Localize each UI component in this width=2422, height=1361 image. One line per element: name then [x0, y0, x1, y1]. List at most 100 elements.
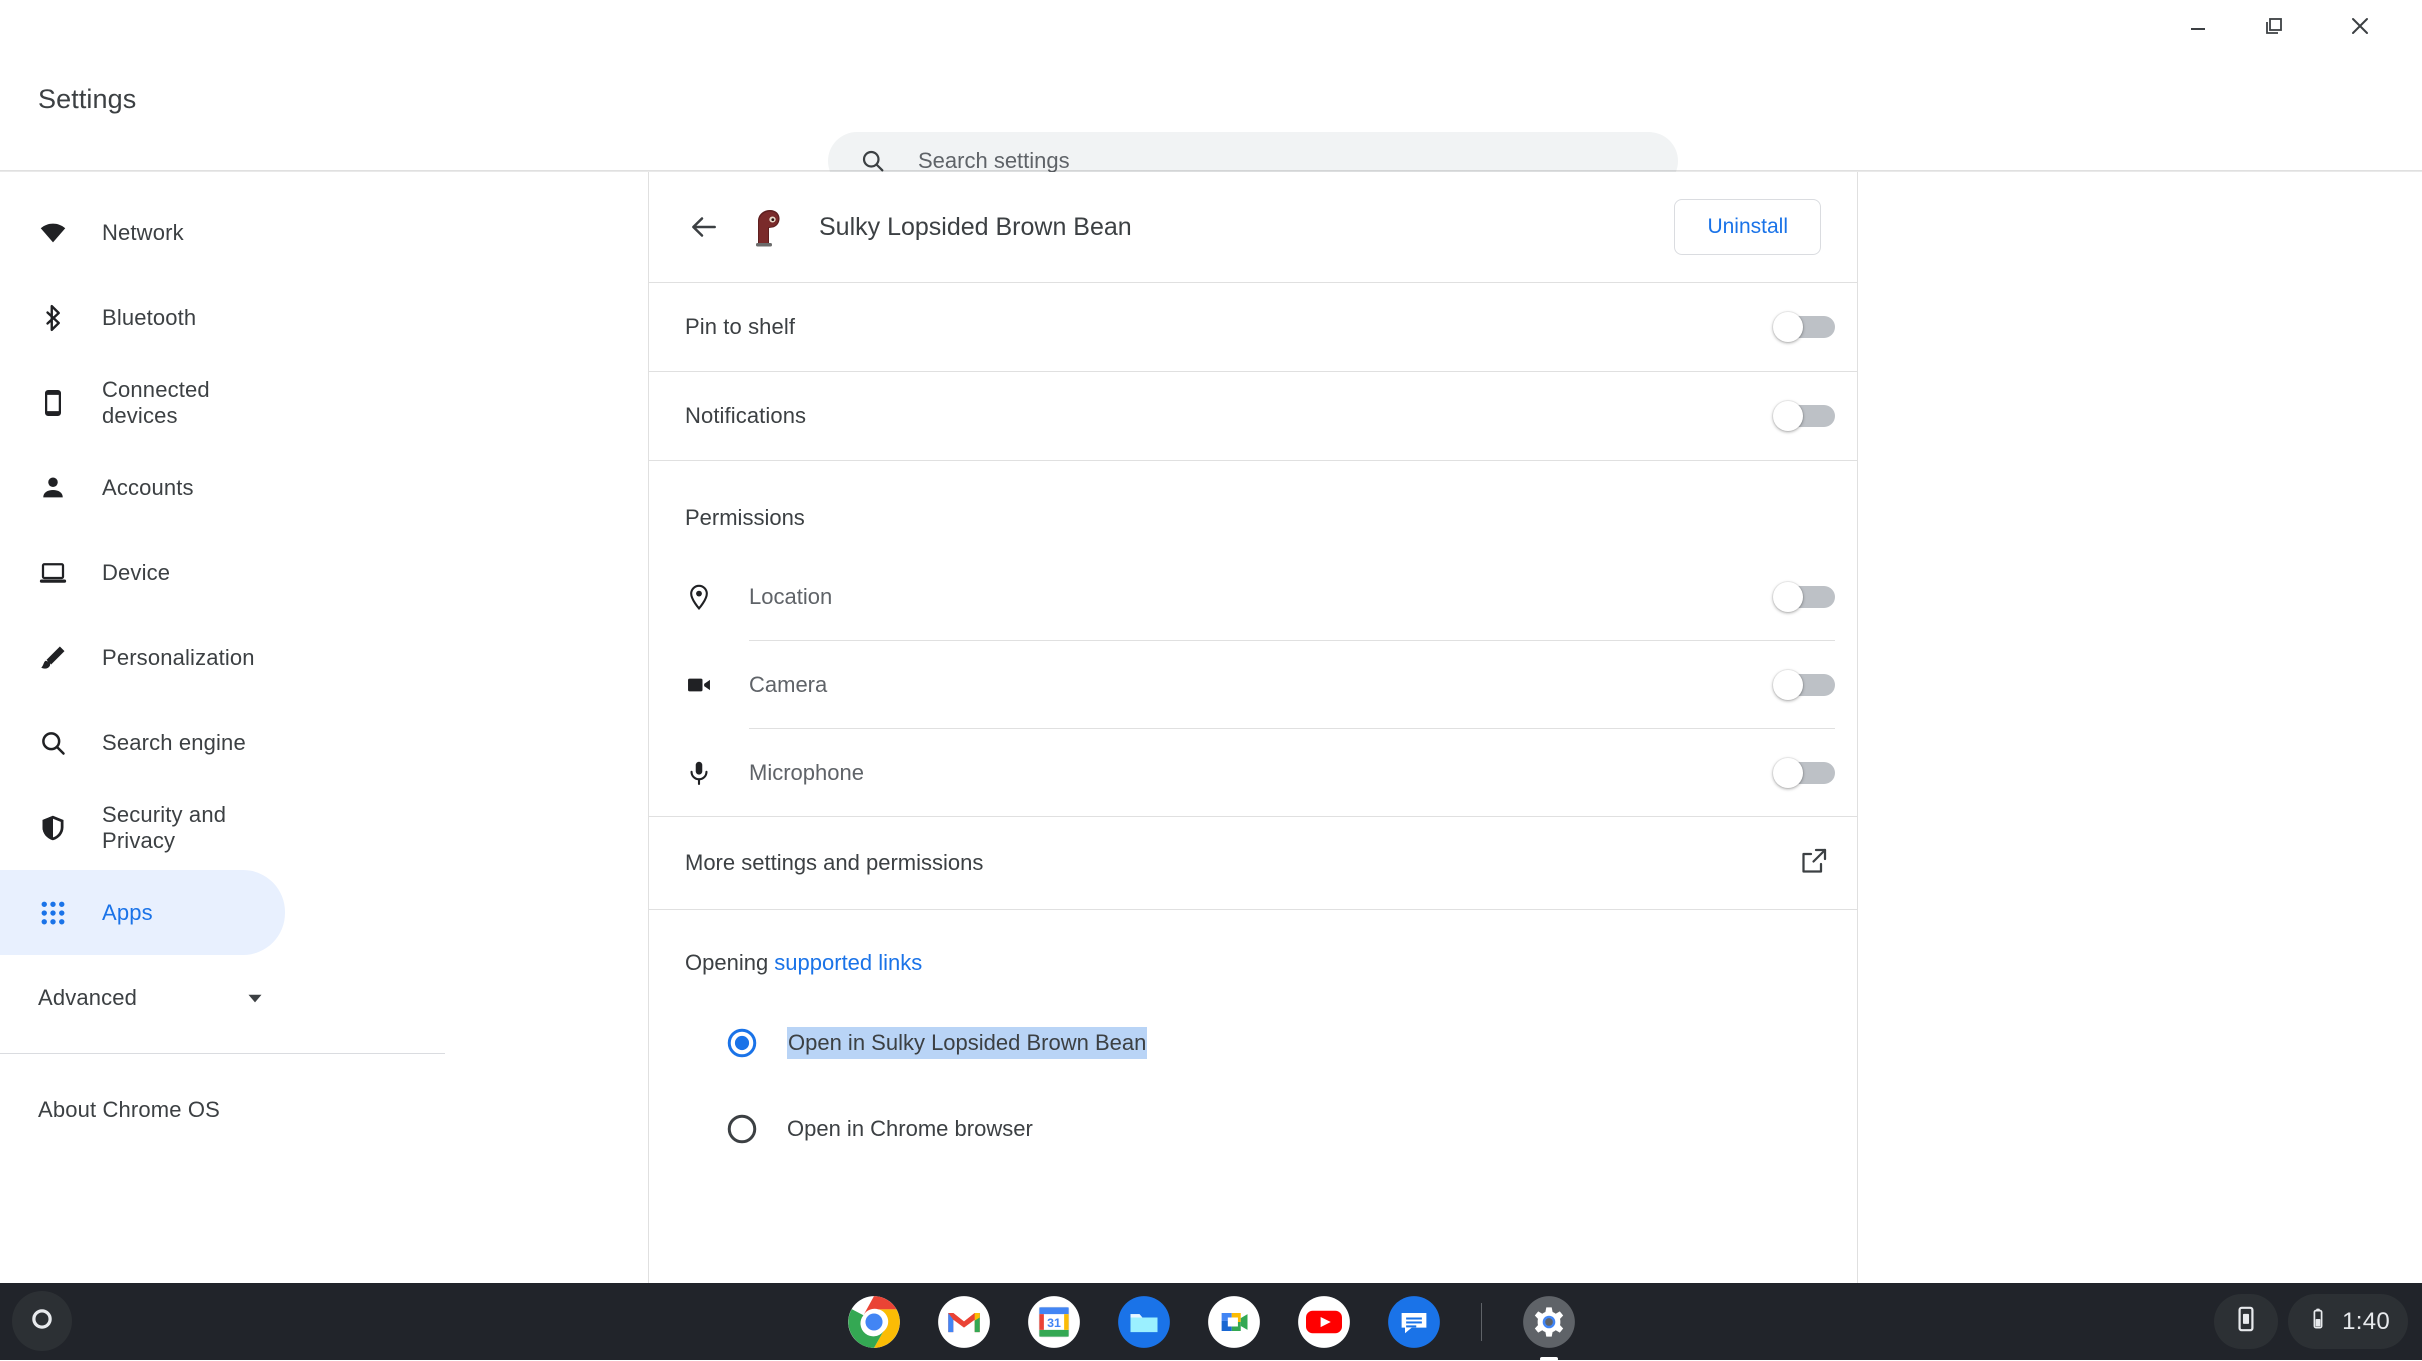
- sidebar-item-label: Device: [102, 559, 171, 585]
- sidebar-item-label: Security and Privacy: [102, 801, 227, 853]
- sidebar-item-connected-devices[interactable]: Connected devices: [0, 360, 285, 445]
- wifi-icon: [38, 218, 76, 248]
- sidebar-item-about-chrome-os[interactable]: About Chrome OS: [0, 1067, 648, 1152]
- settings-body: Network Bluetooth Connected devices Acco…: [0, 172, 2422, 1283]
- shelf-app-settings[interactable]: [1522, 1295, 1576, 1361]
- sidebar-item-apps[interactable]: Apps: [0, 870, 285, 955]
- shelf-app-chrome[interactable]: [847, 1295, 901, 1349]
- pin-to-shelf-row[interactable]: Pin to shelf: [649, 283, 1857, 371]
- permission-label: Camera: [749, 671, 828, 697]
- close-button[interactable]: [2328, 0, 2392, 52]
- opening-prefix: Opening: [685, 950, 775, 975]
- toggle-knob: [1773, 312, 1803, 342]
- settings-window: Settings Network: [0, 0, 2422, 1283]
- microphone-toggle[interactable]: [1773, 757, 1835, 788]
- sidebar-item-label: Personalization: [102, 644, 255, 670]
- battery-icon: [2306, 1307, 2330, 1336]
- permission-row-camera[interactable]: Camera: [649, 641, 1857, 728]
- permission-label: Location: [749, 583, 833, 609]
- bluetooth-icon: [38, 303, 76, 333]
- person-icon: [38, 473, 76, 503]
- sidebar-item-label: Accounts: [102, 474, 194, 500]
- phone-hub-icon: [2232, 1305, 2260, 1338]
- app-detail-header: Sulky Lopsided Brown Bean Uninstall: [649, 172, 1857, 282]
- radio-row-open-in-chrome[interactable]: Open in Chrome browser: [649, 1086, 1857, 1172]
- camera-toggle[interactable]: [1773, 669, 1835, 700]
- open-in-new-icon[interactable]: [1799, 846, 1829, 881]
- page-title: Settings: [38, 84, 137, 114]
- empty-right-pane: [1859, 172, 2422, 1283]
- settings-gear-icon: [1522, 1295, 1575, 1348]
- sidebar-item-security-and-privacy[interactable]: Security and Privacy: [0, 785, 285, 870]
- calendar-icon: 31: [1027, 1295, 1080, 1348]
- shelf: 31 1:40: [0, 1283, 2422, 1361]
- shelf-app-gmail[interactable]: [937, 1295, 991, 1349]
- toggle-knob: [1773, 757, 1803, 788]
- location-toggle[interactable]: [1773, 581, 1835, 612]
- brush-icon: [38, 643, 76, 673]
- settings-header: Settings: [0, 52, 2422, 190]
- shelf-app-meet[interactable]: [1207, 1295, 1261, 1349]
- radio-label-open-in-chrome: Open in Chrome browser: [787, 1116, 1033, 1141]
- phone-icon: [38, 388, 76, 418]
- microphone-icon: [649, 759, 749, 787]
- sidebar-item-label: Bluetooth: [102, 304, 197, 330]
- sidebar-item-device[interactable]: Device: [0, 530, 285, 615]
- pin-to-shelf-label: Pin to shelf: [685, 314, 796, 339]
- restore-icon: [2266, 18, 2282, 34]
- sidebar-divider: [0, 1053, 445, 1054]
- radio-button-selected[interactable]: [723, 1024, 761, 1062]
- shelf-app-youtube[interactable]: [1297, 1295, 1351, 1349]
- close-icon: [2352, 18, 2368, 34]
- app-detail-panel: Sulky Lopsided Brown Bean Uninstall Pin …: [648, 172, 1858, 1283]
- radio-row-open-in-app[interactable]: Open in Sulky Lopsided Brown Bean: [649, 1000, 1857, 1086]
- toggle-knob: [1773, 669, 1803, 700]
- restore-button[interactable]: [2242, 0, 2306, 52]
- shield-icon: [38, 813, 76, 843]
- calendar-day: 31: [1047, 1316, 1061, 1330]
- shelf-separator: [1480, 1302, 1482, 1341]
- radio-button-unselected[interactable]: [723, 1110, 761, 1148]
- toggle-knob: [1773, 581, 1803, 612]
- shelf-app-files[interactable]: [1117, 1295, 1171, 1349]
- meet-icon: [1207, 1295, 1260, 1348]
- permission-row-microphone[interactable]: Microphone: [649, 729, 1857, 816]
- chevron-down-icon: [242, 985, 268, 1011]
- chrome-icon: [847, 1295, 900, 1348]
- app-name: Sulky Lopsided Brown Bean: [819, 212, 1132, 241]
- status-area: 1:40: [2214, 1294, 2408, 1349]
- phone-hub-button[interactable]: [2214, 1294, 2279, 1349]
- supported-links-link[interactable]: supported links: [774, 950, 922, 975]
- sidebar-item-label: Connected devices: [102, 376, 210, 428]
- permission-label: Microphone: [749, 759, 864, 785]
- sidebar-item-search-engine[interactable]: Search engine: [0, 700, 285, 785]
- opening-supported-links-section: Opening supported links: [649, 910, 1857, 976]
- shelf-app-calendar[interactable]: 31: [1027, 1295, 1081, 1349]
- back-arrow-icon: [692, 217, 716, 237]
- minimize-button[interactable]: [2166, 0, 2230, 52]
- camera-icon: [649, 671, 749, 699]
- sidebar-item-personalization[interactable]: Personalization: [0, 615, 285, 700]
- radio-label-open-in-app: Open in Sulky Lopsided Brown Bean: [787, 1027, 1148, 1059]
- gmail-icon: [937, 1295, 990, 1348]
- sidebar-item-label: Network: [102, 219, 184, 245]
- pin-to-shelf-toggle[interactable]: [1773, 312, 1835, 342]
- sidebar-advanced-toggle[interactable]: Advanced: [0, 955, 648, 1040]
- uninstall-button[interactable]: Uninstall: [1674, 199, 1821, 255]
- sidebar-item-bluetooth[interactable]: Bluetooth: [0, 275, 285, 360]
- notifications-toggle[interactable]: [1773, 401, 1835, 431]
- permissions-heading: Permissions: [649, 461, 1857, 553]
- toggle-knob: [1773, 401, 1803, 431]
- notifications-row[interactable]: Notifications: [649, 372, 1857, 460]
- back-button[interactable]: [675, 198, 733, 256]
- permission-row-location[interactable]: Location: [649, 553, 1857, 640]
- sidebar-item-accounts[interactable]: Accounts: [0, 445, 285, 530]
- more-settings-label: More settings and permissions: [685, 850, 984, 875]
- more-settings-and-permissions-row[interactable]: More settings and permissions: [649, 817, 1857, 909]
- clock-battery-button[interactable]: 1:40: [2288, 1294, 2408, 1349]
- permissions-heading-label: Permissions: [685, 505, 805, 530]
- window-titlebar: [0, 0, 2422, 52]
- sidebar-item-network[interactable]: Network: [0, 190, 285, 275]
- shelf-app-chat[interactable]: [1387, 1295, 1441, 1349]
- files-icon: [1117, 1295, 1170, 1348]
